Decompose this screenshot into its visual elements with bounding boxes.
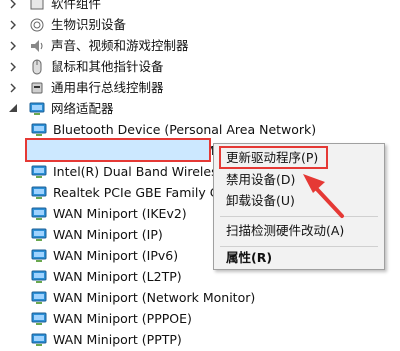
tree-item-label: WAN Miniport (IPv6)	[53, 248, 179, 263]
tree-category[interactable]: 软件组件	[10, 0, 102, 14]
tree-category[interactable]: 生物识别设备	[10, 14, 127, 35]
annotation-box-selected-device	[25, 138, 211, 162]
menu-item-uninstall-device[interactable]: 卸载设备(U)	[226, 191, 295, 211]
tree-item-label: Bluetooth Device (Personal Area Network)	[53, 122, 317, 137]
tree-item-label: Realtek PCIe GBE Family C	[53, 185, 219, 200]
menu-separator	[220, 246, 378, 247]
tree-item-label: 网络适配器	[51, 101, 114, 116]
menu-item-scan-hardware[interactable]: 扫描检测硬件改动(A)	[226, 221, 344, 241]
tree-item-label: 软件组件	[51, 0, 102, 11]
tree-item-label: WAN Miniport (L2TP)	[53, 269, 182, 284]
tree-device[interactable]: WAN Miniport (PPTP)	[31, 329, 182, 350]
context-menu: 更新驱动程序(P) 禁用设备(D) 卸载设备(U) 扫描检测硬件改动(A) 属性…	[213, 143, 385, 270]
speaker-icon	[29, 38, 45, 54]
tree-item-label: WAN Miniport (PPPOE)	[53, 311, 192, 326]
tree-item-label: 生物识别设备	[51, 17, 127, 32]
menu-item-disable-device[interactable]: 禁用设备(D)	[226, 170, 295, 190]
tree-device[interactable]: WAN Miniport (L2TP)	[31, 266, 182, 287]
tree-device[interactable]: WAN Miniport (IP)	[31, 224, 163, 245]
collapsed-caret-icon[interactable]	[8, 82, 18, 94]
menu-separator	[220, 216, 378, 217]
tree-category[interactable]: 网络适配器	[8, 98, 114, 119]
tree-device[interactable]: WAN Miniport (Network Monitor)	[31, 287, 255, 308]
collapsed-caret-icon[interactable]	[8, 19, 18, 31]
tree-device[interactable]: Intel(R) Dual Band Wireles	[31, 161, 218, 182]
network-adapter-icon	[31, 206, 47, 222]
network-adapter-icon	[31, 122, 47, 138]
menu-item-properties[interactable]: 属性(R)	[226, 248, 272, 268]
network-adapter-icon	[29, 101, 45, 117]
tree-category[interactable]: 通用串行总线控制器	[10, 77, 164, 98]
tree-item-label: WAN Miniport (IP)	[53, 227, 163, 242]
expanded-caret-icon[interactable]	[8, 103, 18, 115]
tree-item-label: Intel(R) Dual Band Wireles	[53, 164, 218, 179]
collapsed-caret-icon[interactable]	[8, 40, 18, 52]
tree-item-label: WAN Miniport (Network Monitor)	[53, 290, 256, 305]
menu-item-update-driver[interactable]: 更新驱动程序(P)	[226, 148, 318, 168]
tree-item-label: 通用串行总线控制器	[51, 80, 164, 95]
tree-device[interactable]: Bluetooth Device (Personal Area Network)	[31, 119, 316, 140]
biometric-device-icon	[29, 17, 45, 33]
tree-item-label: WAN Miniport (PPTP)	[53, 332, 182, 347]
network-adapter-icon	[31, 185, 47, 201]
network-adapter-icon	[31, 311, 47, 327]
tree-item-label: WAN Miniport (IKEv2)	[53, 206, 187, 221]
collapsed-caret-icon[interactable]	[8, 0, 18, 10]
network-adapter-icon	[31, 227, 47, 243]
tree-category[interactable]: 鼠标和其他指针设备	[10, 56, 164, 77]
tree-device[interactable]: WAN Miniport (PPPOE)	[31, 308, 192, 329]
tree-category[interactable]: 声音、视频和游戏控制器	[10, 35, 189, 56]
tree-device[interactable]: WAN Miniport (IKEv2)	[31, 203, 187, 224]
tree-item-label: 鼠标和其他指针设备	[51, 59, 164, 74]
tree-device[interactable]: WAN Miniport (IPv6)	[31, 245, 178, 266]
network-adapter-icon	[31, 269, 47, 285]
mouse-icon	[29, 59, 45, 75]
network-adapter-icon	[31, 332, 47, 348]
usb-icon	[29, 80, 45, 96]
tree-device[interactable]: Realtek PCIe GBE Family C	[31, 182, 218, 203]
software-component-icon	[29, 0, 45, 12]
network-adapter-icon	[31, 248, 47, 264]
tree-item-label: 声音、视频和游戏控制器	[51, 38, 189, 53]
network-adapter-icon	[31, 290, 47, 306]
network-adapter-icon	[31, 164, 47, 180]
collapsed-caret-icon[interactable]	[8, 61, 18, 73]
